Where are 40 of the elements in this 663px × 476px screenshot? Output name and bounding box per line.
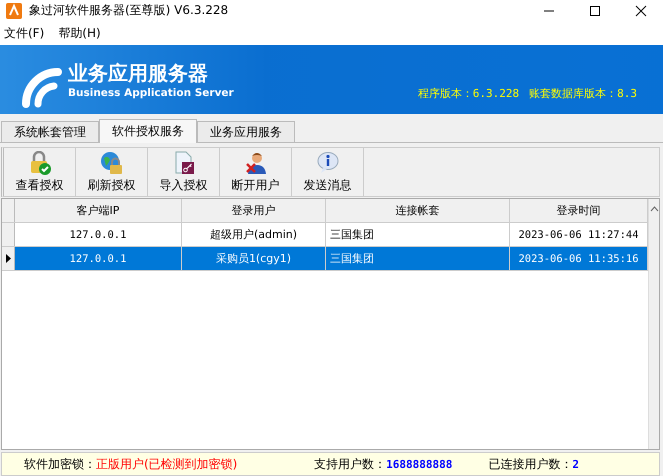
toolbar-button[interactable]: 导入授权 <box>148 148 220 196</box>
table-cell: 127.0.0.1 <box>15 223 182 246</box>
window-title: 象过河软件服务器(至尊版) V6.3.228 <box>29 2 228 20</box>
toolbar-button[interactable]: 查看授权 <box>4 148 76 196</box>
lock-label: 软件加密锁： <box>24 456 96 472</box>
column-header[interactable]: 登录用户 <box>182 199 326 222</box>
table-cell: 采购员1(cgy1) <box>182 247 326 270</box>
tab[interactable]: 业务应用服务 <box>197 121 295 142</box>
supported-users-label: 支持用户数： <box>314 456 386 472</box>
toolbar-button[interactable]: 发送消息 <box>292 148 364 196</box>
scroll-up-icon[interactable] <box>650 206 658 212</box>
column-header[interactable]: 客户端IP <box>15 199 182 222</box>
database-version: 账套数据库版本：8.3 <box>529 86 637 101</box>
banner-subtitle: Business Application Server <box>68 86 234 99</box>
app-logo-icon <box>6 2 22 19</box>
close-icon[interactable] <box>635 4 647 17</box>
program-version: 程序版本：6.3.228 <box>418 86 520 101</box>
table-cell: 超级用户(admin) <box>182 223 326 246</box>
menu-item[interactable]: 文件(F) <box>4 24 44 42</box>
maximize-icon[interactable] <box>589 4 601 17</box>
toolbar-button[interactable]: 刷新授权 <box>76 148 148 196</box>
globe-lock-icon <box>100 150 124 174</box>
connected-users-count: 2 <box>572 458 579 470</box>
user-cross-icon <box>244 150 268 174</box>
scrollbar[interactable] <box>648 199 659 449</box>
menu-item[interactable]: 帮助(H) <box>58 24 101 42</box>
tab[interactable]: 系统帐套管理 <box>1 121 99 142</box>
supported-users-count: 1688888888 <box>386 458 452 470</box>
info-icon <box>316 150 340 174</box>
toolbar-button[interactable]: 断开用户 <box>220 148 292 196</box>
row-header[interactable] <box>2 247 15 270</box>
table-cell: 三国集团 <box>326 247 510 270</box>
connected-users-label: 已连接用户数： <box>488 456 572 472</box>
lock-status: 正版用户(已检测到加密锁) <box>96 456 238 472</box>
table-cell: 127.0.0.1 <box>15 247 182 270</box>
table-cell: 三国集团 <box>326 223 510 246</box>
row-pointer-icon <box>6 254 10 263</box>
tab[interactable]: 软件授权服务 <box>99 119 197 143</box>
banner-title: 业务应用服务器 <box>68 60 209 87</box>
column-header[interactable]: 连接帐套 <box>326 199 510 222</box>
